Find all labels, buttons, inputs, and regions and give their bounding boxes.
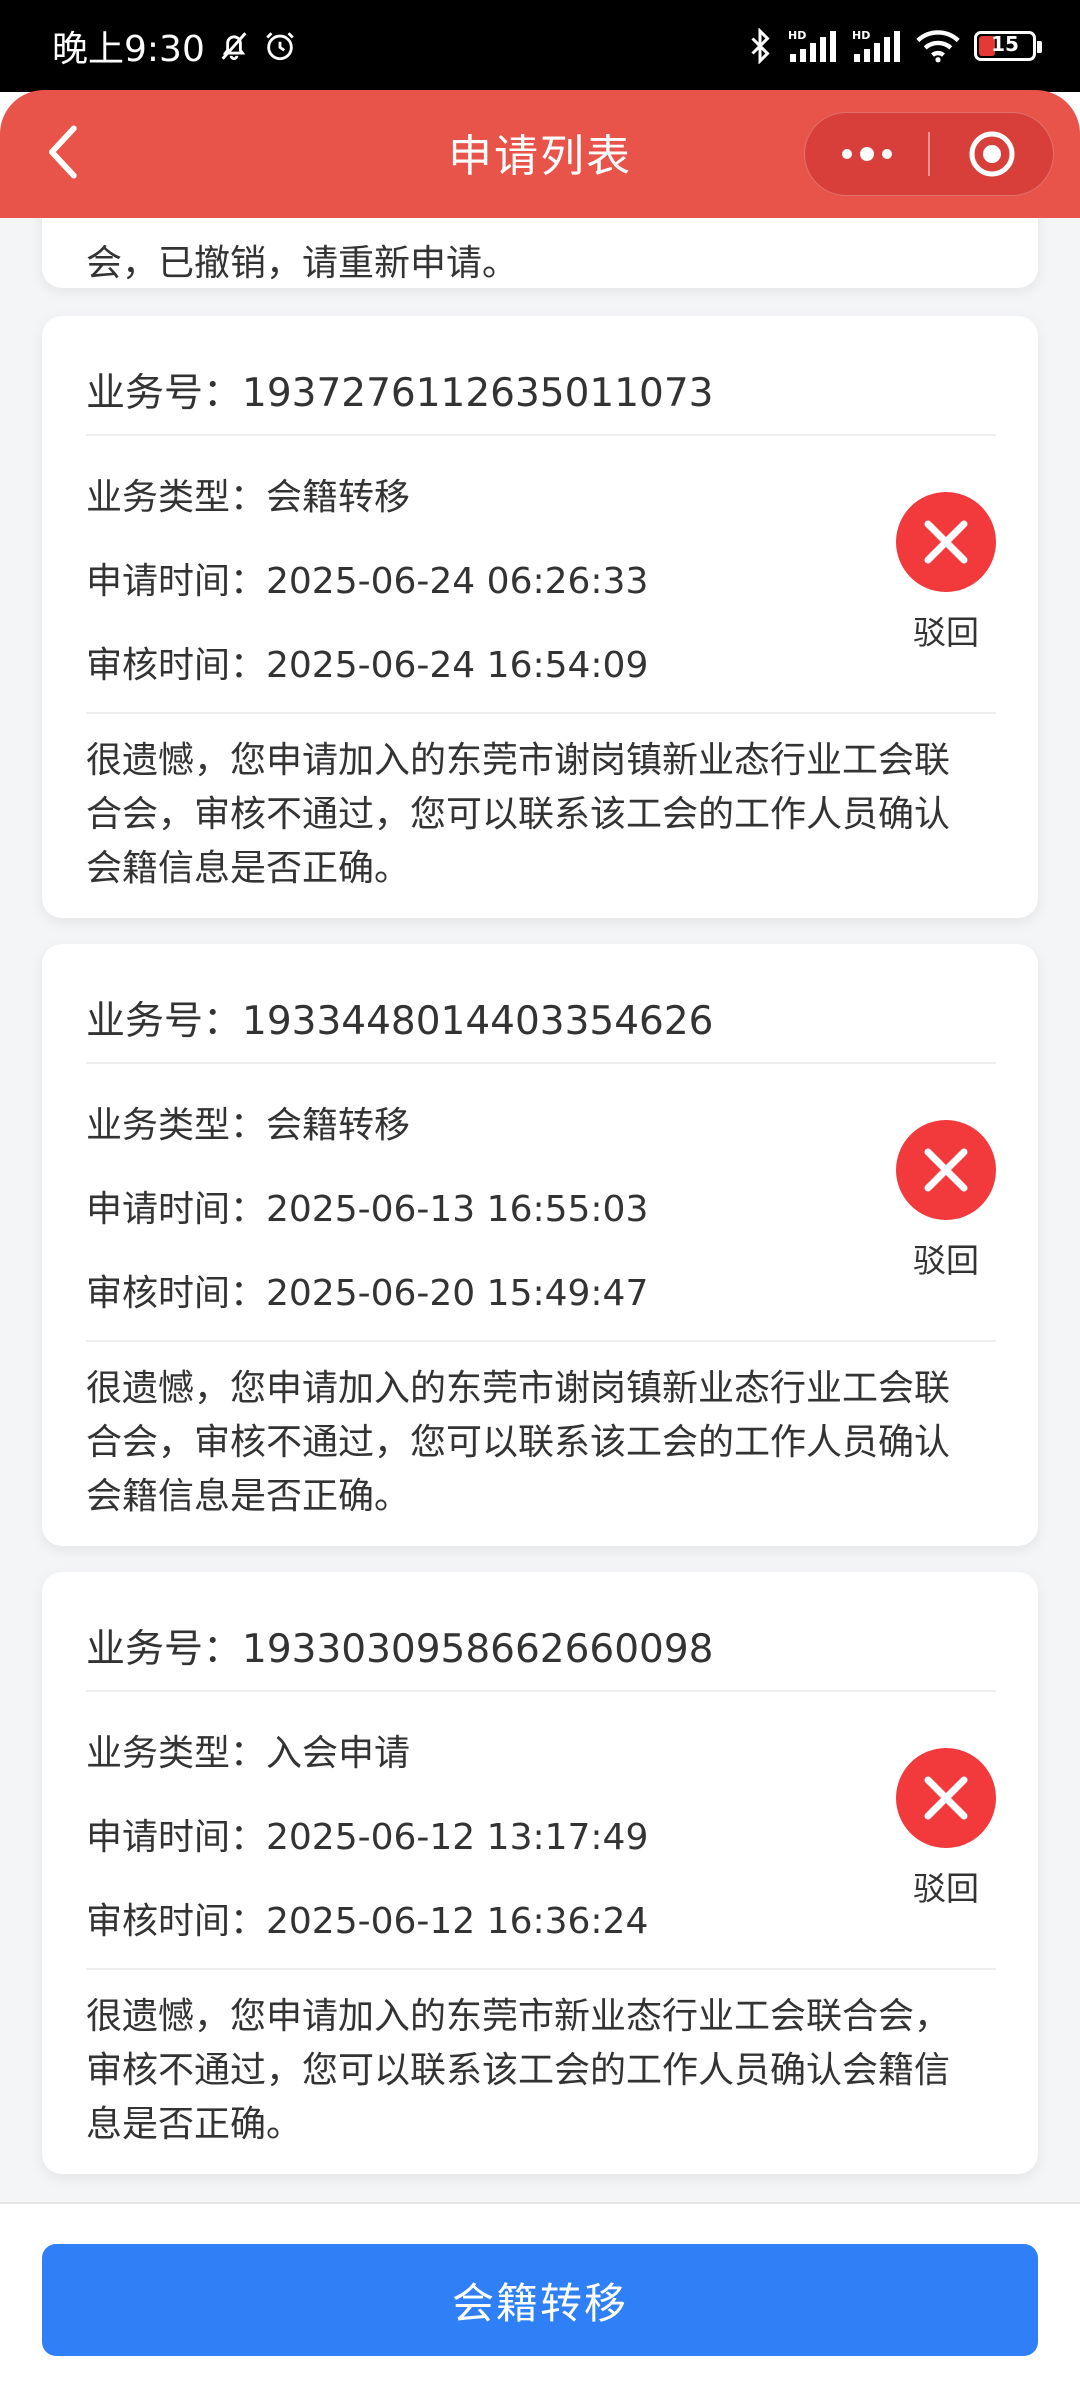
card-message: 很遗憾，您申请加入的东莞市谢岗镇新业态行业工会联合会，审核不通过，您可以联系该工… <box>86 740 951 889</box>
application-card[interactable]: 业务号：1937276112635011073 业务类型：会籍转移 申请时间：2… <box>42 316 1038 918</box>
rejected-x-icon <box>896 1748 996 1848</box>
more-dots-icon <box>841 147 892 161</box>
business-number: 业务号：1933448014403354626 <box>86 999 714 1044</box>
hd-signal-icon: HD <box>788 28 838 64</box>
business-type: 业务类型：会籍转移 <box>86 1105 411 1146</box>
review-time: 审核时间：2025-06-12 16:36:24 <box>86 1901 649 1942</box>
alarm-icon <box>263 29 297 63</box>
business-type: 业务类型：入会申请 <box>86 1733 411 1774</box>
card-message: 会，已撤销，请重新申请。 <box>86 243 519 284</box>
business-type: 业务类型：会籍转移 <box>86 477 411 518</box>
nav-header: 申请列表 <box>0 90 1080 218</box>
hd-label: HD <box>788 29 806 42</box>
more-button[interactable] <box>805 113 928 195</box>
rejected-x-icon <box>896 1120 996 1220</box>
status-label: 驳回 <box>913 1241 979 1280</box>
divider <box>86 1690 996 1692</box>
apply-time: 申请时间：2025-06-24 06:26:33 <box>86 561 649 602</box>
application-card[interactable]: 业务号：1933030958662660098 业务类型：入会申请 申请时间：2… <box>42 1572 1038 2174</box>
hd-label: HD <box>852 29 870 42</box>
apply-time: 申请时间：2025-06-12 13:17:49 <box>86 1817 649 1858</box>
apply-time: 申请时间：2025-06-13 16:55:03 <box>86 1189 649 1230</box>
divider <box>86 434 996 436</box>
divider <box>86 1062 996 1064</box>
application-list[interactable]: 会，已撤销，请重新申请。 业务号：1937276112635011073 业务类… <box>0 218 1080 2202</box>
status-bar: 晚上9:30 HD HD 15 <box>0 0 1080 92</box>
application-card[interactable]: 业务号：1933448014403354626 业务类型：会籍转移 申请时间：2… <box>42 944 1038 1546</box>
divider <box>86 1968 996 1970</box>
rejected-x-icon <box>896 492 996 592</box>
review-time: 审核时间：2025-06-24 16:54:09 <box>86 645 649 686</box>
status-bar-left: 晚上9:30 <box>52 20 297 72</box>
status-badge: 驳回 <box>896 492 996 654</box>
mini-program-capsule <box>804 112 1054 196</box>
status-label: 驳回 <box>913 1869 979 1908</box>
hd-signal-icon: HD <box>852 28 902 64</box>
application-card-partial: 会，已撤销，请重新申请。 <box>42 218 1038 288</box>
close-mini-program-button[interactable] <box>930 113 1053 195</box>
card-message: 很遗憾，您申请加入的东莞市新业态行业工会联合会，审核不通过，您可以联系该工会的工… <box>86 1996 951 2145</box>
business-number: 业务号：1933030958662660098 <box>86 1627 714 1672</box>
status-badge: 驳回 <box>896 1748 996 1910</box>
business-number: 业务号：1937276112635011073 <box>86 371 714 416</box>
battery-level: 15 <box>991 32 1019 56</box>
divider <box>86 1340 996 1342</box>
status-time: 晚上9:30 <box>52 29 205 70</box>
divider <box>86 712 996 714</box>
review-time: 审核时间：2025-06-20 15:49:47 <box>86 1273 649 1314</box>
mute-bell-icon <box>217 29 251 63</box>
wifi-icon <box>916 29 960 63</box>
bluetooth-icon <box>746 28 774 64</box>
battery-icon: 15 <box>974 31 1042 61</box>
status-label: 驳回 <box>913 613 979 652</box>
target-close-icon <box>969 131 1014 177</box>
card-message: 很遗憾，您申请加入的东莞市谢岗镇新业态行业工会联合会，审核不通过，您可以联系该工… <box>86 1368 951 1517</box>
status-badge: 驳回 <box>896 1120 996 1282</box>
membership-transfer-button[interactable]: 会籍转移 <box>42 2244 1038 2356</box>
footer-bar: 会籍转移 <box>0 2202 1080 2400</box>
status-bar-right: HD HD 15 <box>746 28 1042 64</box>
